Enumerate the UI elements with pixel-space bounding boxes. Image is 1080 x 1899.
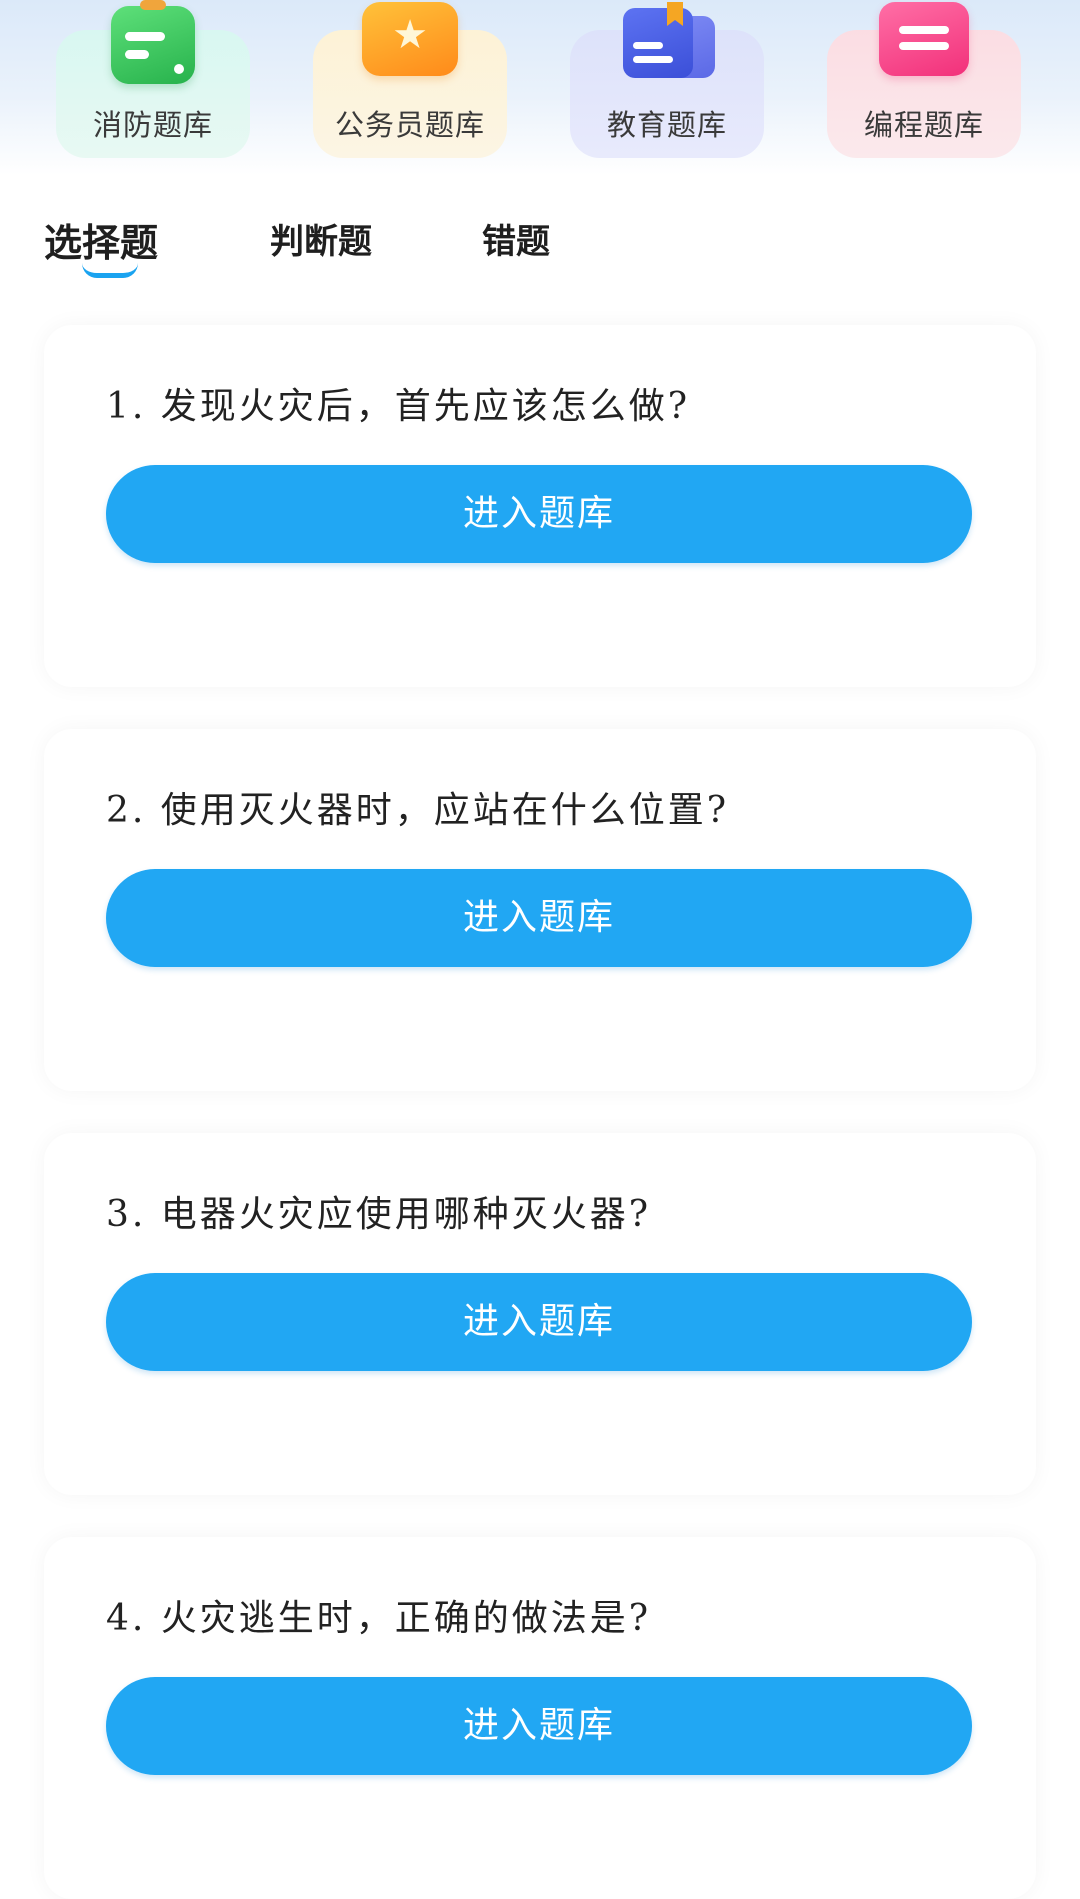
star-icon: ★: [362, 2, 458, 76]
category-label: 编程题库: [863, 108, 984, 142]
enter-question-bank-button[interactable]: 进入题库: [106, 465, 972, 563]
category-programming[interactable]: 编程题库: [827, 2, 1021, 158]
category-label: 教育题库: [606, 108, 727, 142]
tab-wrong-answers[interactable]: 错题: [482, 214, 550, 263]
book-icon: [623, 2, 715, 80]
clipboard-icon: [111, 0, 195, 84]
question-text: 3. 电器火灾应使用哪种灭火器?: [106, 1194, 652, 1235]
category-fire-safety[interactable]: 消防题库: [56, 0, 250, 158]
category-education[interactable]: 教育题库: [570, 2, 764, 158]
category-label: 消防题库: [92, 108, 213, 142]
question-text: 1. 发现火灾后，首先应该怎么做?: [106, 386, 691, 427]
enter-question-bank-button[interactable]: 进入题库: [106, 869, 972, 967]
category-label: 公务员题库: [334, 108, 485, 142]
question-card: 4. 火灾逃生时，正确的做法是? 进入题库: [44, 1537, 1036, 1899]
question-card: 1. 发现火灾后，首先应该怎么做? 进入题库: [44, 325, 1036, 687]
category-civil-service[interactable]: ★ 公务员题库: [313, 2, 507, 158]
tab-true-false[interactable]: 判断题: [270, 214, 372, 263]
active-tab-indicator: [82, 263, 138, 278]
question-text: 2. 使用灭火器时，应站在什么位置?: [106, 790, 730, 831]
question-text: 4. 火灾逃生时，正确的做法是?: [106, 1598, 652, 1639]
list-icon: [879, 2, 969, 76]
question-card: 3. 电器火灾应使用哪种灭火器? 进入题库: [44, 1133, 1036, 1495]
enter-question-bank-button[interactable]: 进入题库: [106, 1273, 972, 1371]
question-card: 2. 使用灭火器时，应站在什么位置? 进入题库: [44, 729, 1036, 1091]
enter-question-bank-button[interactable]: 进入题库: [106, 1677, 972, 1775]
tab-multiple-choice[interactable]: 选择题: [44, 212, 158, 267]
